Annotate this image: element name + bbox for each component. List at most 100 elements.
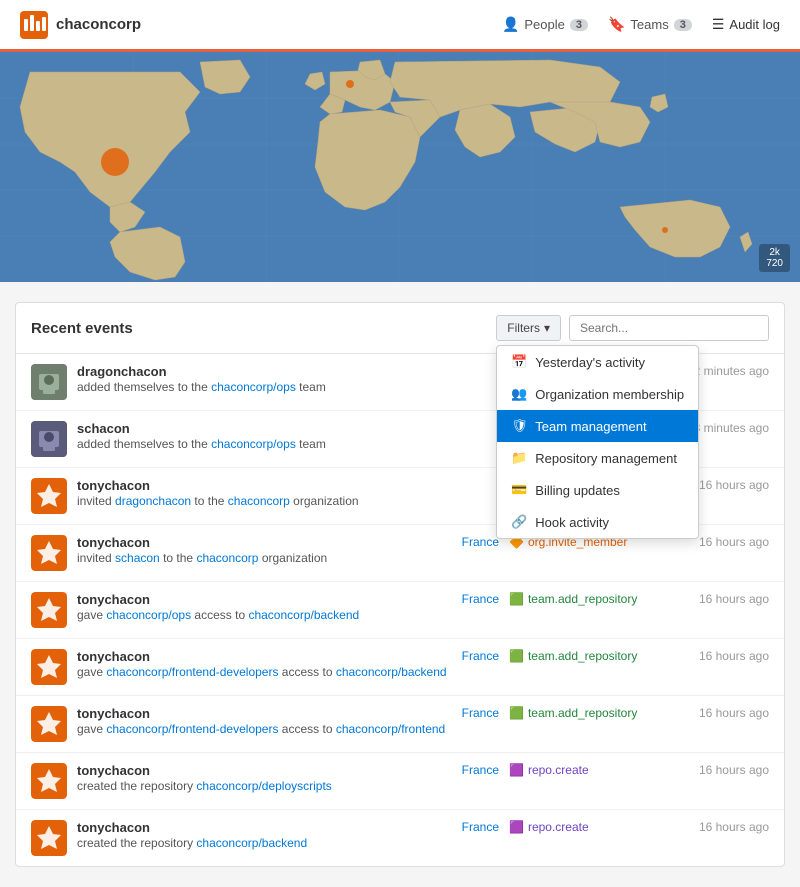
table-row: tonychacon gave chaconcorp/ops access to…: [16, 582, 784, 639]
event-action: 🟩 team.add_repository: [509, 649, 669, 663]
event-username[interactable]: tonychacon: [77, 535, 449, 550]
event-meta: France 🟩 team.add_repository 16 hours ag…: [459, 706, 769, 720]
action-icon: 🟩: [509, 706, 524, 720]
event-link[interactable]: chaconcorp/backend: [336, 665, 447, 679]
avatar-img: [31, 820, 67, 856]
avatar: [31, 820, 67, 856]
event-meta: France 🟪 repo.create 16 hours ago: [459, 820, 769, 834]
event-location: France: [459, 706, 499, 720]
event-username[interactable]: tonychacon: [77, 592, 449, 607]
teams-nav-item[interactable]: 🔖 Teams 3: [608, 16, 692, 33]
people-label: People: [524, 17, 564, 32]
map-stats: 2k 720: [759, 244, 790, 272]
event-username[interactable]: tonychacon: [77, 763, 449, 778]
event-link[interactable]: chaconcorp: [196, 551, 258, 565]
people-icon: 👥: [511, 386, 527, 402]
chevron-down-icon: ▾: [544, 321, 550, 335]
event-link[interactable]: chaconcorp/ops: [211, 437, 296, 451]
event-link[interactable]: chaconcorp/ops: [211, 380, 296, 394]
event-description: created the repository chaconcorp/backen…: [77, 835, 449, 852]
avatar: [31, 706, 67, 742]
dropdown-item-team-mgmt[interactable]: 🛡 Team management: [497, 410, 698, 442]
event-location: France: [459, 820, 499, 834]
event-link[interactable]: chaconcorp/frontend: [336, 722, 445, 736]
main-content: Recent events Filters ▾ 📅 Yesterday's ac…: [0, 282, 800, 887]
dropdown-item-billing[interactable]: 💳 Billing updates: [497, 474, 698, 506]
dropdown-item-org-membership[interactable]: 👥 Organization membership: [497, 378, 698, 410]
filters-button[interactable]: Filters ▾: [496, 315, 561, 341]
repo-icon: 📁: [511, 450, 527, 466]
event-action: 🟩 team.add_repository: [509, 592, 669, 606]
logo-icon: [20, 11, 48, 39]
event-username[interactable]: tonychacon: [77, 820, 449, 835]
shield-icon: 🛡: [511, 418, 527, 434]
header: chaconcorp 👤 People 3 🔖 Teams 3 ☰ Audit …: [0, 0, 800, 52]
teams-icon: 🔖: [608, 16, 625, 33]
audit-label: Audit log: [729, 17, 780, 32]
table-row: tonychacon gave chaconcorp/frontend-deve…: [16, 639, 784, 696]
dropdown-item-repo-mgmt[interactable]: 📁 Repository management: [497, 442, 698, 474]
people-nav-item[interactable]: 👤 People 3: [502, 16, 588, 33]
event-action: 🟪 repo.create: [509, 763, 669, 777]
dropdown-item-hook[interactable]: 🔗 Hook activity: [497, 506, 698, 538]
events-header: Recent events Filters ▾ 📅 Yesterday's ac…: [16, 303, 784, 354]
header-nav: 👤 People 3 🔖 Teams 3 ☰ Audit log: [502, 16, 780, 33]
table-row: tonychacon created the repository chacon…: [16, 753, 784, 810]
avatar: [31, 535, 67, 571]
map-svg: [0, 52, 800, 282]
avatar: [31, 649, 67, 685]
world-map: 2k 720: [0, 52, 800, 282]
event-link[interactable]: schacon: [115, 551, 160, 565]
event-time: 16 hours ago: [679, 820, 769, 834]
event-link[interactable]: chaconcorp/backend: [196, 836, 307, 850]
event-link[interactable]: chaconcorp/frontend-developers: [106, 665, 278, 679]
avatar: [31, 478, 67, 514]
logo[interactable]: chaconcorp: [20, 11, 141, 39]
event-link[interactable]: chaconcorp/backend: [248, 608, 359, 622]
event-time: 16 hours ago: [679, 706, 769, 720]
table-row: tonychacon gave chaconcorp/frontend-deve…: [16, 696, 784, 753]
map-stats-sub: 720: [766, 258, 783, 269]
filters-label: Filters: [507, 321, 540, 335]
hook-icon: 🔗: [511, 514, 527, 530]
event-username[interactable]: tonychacon: [77, 706, 449, 721]
event-location: France: [459, 592, 499, 606]
event-meta: France 🟩 team.add_repository 16 hours ag…: [459, 592, 769, 606]
people-badge: 3: [570, 19, 588, 31]
event-username[interactable]: tonychacon: [77, 649, 449, 664]
action-icon: 🟪: [509, 763, 524, 777]
dropdown-item-label: Repository management: [535, 451, 677, 466]
dropdown-item-label: Yesterday's activity: [535, 355, 645, 370]
event-link[interactable]: dragonchacon: [115, 494, 191, 508]
event-link[interactable]: chaconcorp/deployscripts: [196, 779, 331, 793]
event-time: 16 hours ago: [679, 763, 769, 777]
avatar-img: [31, 535, 67, 571]
event-action: 🟩 team.add_repository: [509, 706, 669, 720]
event-link[interactable]: chaconcorp: [228, 494, 290, 508]
avatar: [31, 364, 67, 400]
event-link[interactable]: chaconcorp/ops: [106, 608, 191, 622]
event-content: tonychacon invited schacon to the chacon…: [77, 535, 449, 567]
avatar-img: [31, 421, 67, 457]
action-icon: 🟩: [509, 592, 524, 606]
action-icon: 🟪: [509, 820, 524, 834]
audit-log-nav-item[interactable]: ☰ Audit log: [712, 16, 780, 33]
event-description: created the repository chaconcorp/deploy…: [77, 778, 449, 795]
search-input[interactable]: [569, 315, 769, 341]
event-description: gave chaconcorp/frontend-developers acce…: [77, 721, 449, 738]
event-content: tonychacon created the repository chacon…: [77, 763, 449, 795]
dropdown-item-label: Billing updates: [535, 483, 620, 498]
avatar: [31, 421, 67, 457]
event-action: 🟪 repo.create: [509, 820, 669, 834]
event-time: 16 hours ago: [679, 592, 769, 606]
event-link[interactable]: chaconcorp/frontend-developers: [106, 722, 278, 736]
recent-events-section: Recent events Filters ▾ 📅 Yesterday's ac…: [15, 302, 785, 867]
event-location: France: [459, 535, 499, 549]
audit-icon: ☰: [712, 16, 725, 33]
calendar-icon: 📅: [511, 354, 527, 370]
event-content: tonychacon gave chaconcorp/frontend-deve…: [77, 649, 449, 681]
logo-text: chaconcorp: [56, 16, 141, 33]
dropdown-item-yesterday[interactable]: 📅 Yesterday's activity: [497, 346, 698, 378]
dropdown-item-label: Team management: [535, 419, 646, 434]
dropdown-item-label: Organization membership: [535, 387, 684, 402]
